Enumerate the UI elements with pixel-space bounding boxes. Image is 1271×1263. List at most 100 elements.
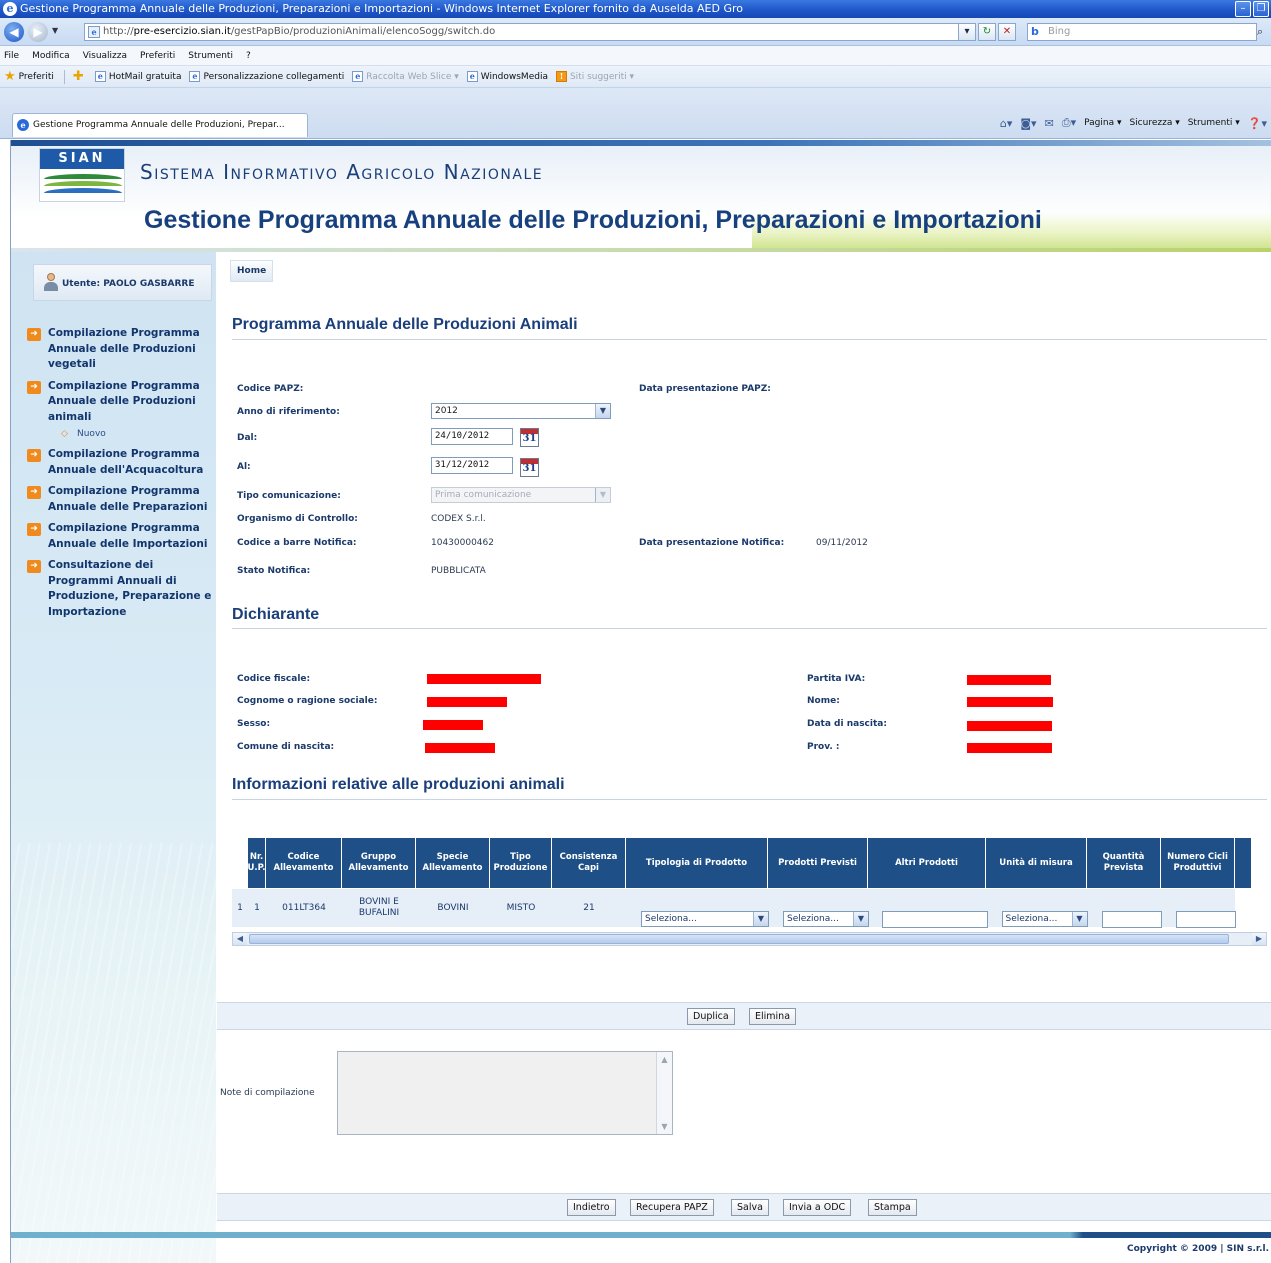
restore-button[interactable]: ❐ xyxy=(1253,1,1269,17)
recupera-papz-button[interactable]: Recupera PAPZ xyxy=(630,1199,714,1216)
address-input[interactable]: e http://pre-esercizio.sian.it/gestPapBi… xyxy=(84,23,972,41)
sidebar-item-consultazione[interactable]: ➜ Consultazione dei Programmi Annuali di… xyxy=(27,558,213,620)
quantita-prevista-input[interactable] xyxy=(1102,910,1162,928)
invia-odc-button[interactable]: Invia a ODC xyxy=(783,1199,852,1216)
print-icon[interactable]: ⎙▾ xyxy=(1062,116,1076,130)
codice-fiscale-label: Codice fiscale: xyxy=(237,674,311,684)
feeds-icon[interactable]: ◙▾ xyxy=(1020,117,1036,130)
help-icon[interactable]: ❓▾ xyxy=(1248,117,1267,130)
internet-explorer-icon: e xyxy=(3,2,17,16)
menu-modifica[interactable]: Modifica xyxy=(32,46,70,65)
header-banner: SIAN Sistema Informativo Agricolo Nazion… xyxy=(11,140,1271,252)
menu-help[interactable]: ? xyxy=(246,46,251,65)
back-button[interactable]: ◀ xyxy=(4,22,24,42)
page-icon: e xyxy=(94,71,106,82)
cell-tipo-produzione: MISTO xyxy=(506,902,536,913)
favorite-link-personalizzazione[interactable]: e Personalizzazione collegamenti xyxy=(189,71,344,82)
history-dropdown-icon[interactable]: ▼ xyxy=(52,26,58,35)
scroll-thumb[interactable] xyxy=(249,934,1229,944)
favorite-link-web-slice[interactable]: e Raccolta Web Slice ▾ xyxy=(352,71,459,82)
vertical-scrollbar[interactable]: ▲ ▼ xyxy=(656,1052,672,1134)
star-icon: ★ xyxy=(4,69,16,84)
arrow-right-icon: ➜ xyxy=(27,486,41,499)
altri-prodotti-input[interactable] xyxy=(882,910,988,928)
calendar-icon[interactable]: 31 xyxy=(520,428,539,447)
tab-bar: e Gestione Programma Annuale delle Produ… xyxy=(0,88,1271,139)
search-icon[interactable]: ⌕ xyxy=(1257,23,1271,41)
grid-header-cell: Codice Allevamento xyxy=(266,838,342,888)
redacted-value xyxy=(967,675,1051,685)
search-input[interactable]: b Bing xyxy=(1027,23,1257,41)
organismo-label: Organismo di Controllo: xyxy=(237,514,358,524)
grid-header-cell: Gruppo Allevamento xyxy=(342,838,416,888)
tipologia-prodotto-select[interactable]: Seleziona... ▼ xyxy=(641,911,769,927)
chevron-down-icon: ▼ xyxy=(1071,912,1087,926)
arrow-right-icon: ➜ xyxy=(27,380,41,394)
breadcrumb-home[interactable]: Home xyxy=(230,260,274,282)
indietro-button[interactable]: Indietro xyxy=(567,1199,616,1216)
scroll-right-icon[interactable]: ▶ xyxy=(1252,933,1266,945)
sidebar-subitem-nuovo[interactable]: ◇ Nuovo xyxy=(27,427,213,441)
scroll-up-icon[interactable]: ▲ xyxy=(657,1052,672,1067)
partita-iva-label: Partita IVA: xyxy=(807,674,866,684)
page-icon: e xyxy=(88,26,100,38)
calendar-icon[interactable]: 31 xyxy=(520,458,539,477)
prodotti-previsti-select[interactable]: Seleziona... ▼ xyxy=(783,911,869,927)
numero-cicli-input[interactable] xyxy=(1176,910,1236,928)
al-date-input[interactable]: 31/12/2012 xyxy=(431,457,513,474)
grid-header-cell: Tipo Produzione xyxy=(490,838,552,888)
forward-button[interactable]: ▶ xyxy=(28,22,48,42)
menu-strumenti[interactable]: Strumenti xyxy=(188,46,233,65)
menu-pagina[interactable]: Pagina ▾ xyxy=(1084,118,1121,128)
favorites-button[interactable]: ★ Preferiti xyxy=(4,69,54,84)
mail-icon[interactable]: ✉ xyxy=(1045,117,1054,130)
redacted-value xyxy=(427,674,541,684)
elimina-button[interactable]: Elimina xyxy=(749,1008,797,1025)
sidebar-item-acquacoltura[interactable]: ➜ Compilazione Programma Annuale dell'Ac… xyxy=(27,447,213,478)
internet-explorer-icon: e xyxy=(17,119,29,131)
favorite-link-hotmail[interactable]: e HotMail gratuita xyxy=(94,71,181,82)
scroll-left-icon[interactable]: ◀ xyxy=(233,933,247,945)
stop-icon[interactable]: ✕ xyxy=(998,23,1016,41)
minimize-button[interactable]: – xyxy=(1235,1,1251,17)
al-label: Al: xyxy=(237,462,251,472)
menu-visualizza[interactable]: Visualizza xyxy=(83,46,127,65)
sidebar-item-produzioni-animali[interactable]: ➜ Compilazione Programma Annuale delle P… xyxy=(27,379,213,426)
note-textarea[interactable]: ▲ ▼ xyxy=(337,1051,673,1135)
add-favorite-icon[interactable]: ✚ xyxy=(73,69,87,84)
sidebar-item-importazioni[interactable]: ➜ Compilazione Programma Annuale delle I… xyxy=(27,521,213,552)
favorite-link-siti-suggeriti[interactable]: ! Siti suggeriti ▾ xyxy=(555,71,634,82)
grid-header-cell: Quantità Prevista xyxy=(1087,838,1161,888)
salva-button[interactable]: Salva xyxy=(731,1199,769,1216)
web-page: SIAN Sistema Informativo Agricolo Nazion… xyxy=(10,140,1271,1263)
divider xyxy=(232,339,1267,340)
dal-date-input[interactable]: 24/10/2012 xyxy=(431,428,513,445)
menu-preferiti[interactable]: Preferiti xyxy=(140,46,175,65)
favorite-link-windowsmedia[interactable]: e WindowsMedia xyxy=(466,71,548,82)
grid-header-cell xyxy=(232,838,248,888)
unita-misura-select[interactable]: Seleziona... ▼ xyxy=(1001,911,1088,927)
home-icon[interactable]: ⌂▾ xyxy=(1000,117,1013,130)
window-titlebar: e Gestione Programma Annuale delle Produ… xyxy=(0,0,1271,18)
data-nascita-label: Data di nascita: xyxy=(807,719,887,729)
horizontal-scrollbar[interactable]: ◀ ▶ xyxy=(232,932,1267,946)
menu-sicurezza[interactable]: Sicurezza ▾ xyxy=(1129,118,1179,128)
menu-file[interactable]: File xyxy=(4,46,19,65)
sidebar-item-produzioni-vegetali[interactable]: ➜ Compilazione Programma Annuale delle P… xyxy=(27,326,213,373)
stampa-button[interactable]: Stampa xyxy=(868,1199,917,1216)
sidebar-item-preparazioni[interactable]: ➜ Compilazione Programma Annuale delle P… xyxy=(27,484,213,515)
grid-header-cell: Tipologia di Prodotto xyxy=(626,838,768,888)
duplica-button[interactable]: Duplica xyxy=(687,1008,735,1025)
data-presentazione-papz-label: Data presentazione PAPZ: xyxy=(639,384,771,394)
grid-header-cell: Altri Prodotti xyxy=(868,838,986,888)
address-dropdown-icon[interactable]: ▾ xyxy=(958,23,976,41)
sian-logo[interactable]: SIAN xyxy=(39,148,125,202)
browser-tab[interactable]: e Gestione Programma Annuale delle Produ… xyxy=(12,113,308,137)
tipo-comunicazione-select: Prima comunicazione ▼ xyxy=(431,487,611,503)
refresh-icon[interactable]: ↻ xyxy=(978,23,996,41)
scroll-down-icon[interactable]: ▼ xyxy=(657,1119,672,1134)
favorites-bar: ★ Preferiti ✚ e HotMail gratuita e Perso… xyxy=(0,66,1271,88)
menu-strumenti-cmd[interactable]: Strumenti ▾ xyxy=(1188,118,1240,128)
redacted-value xyxy=(967,743,1052,753)
anno-select[interactable]: 2012 ▼ xyxy=(431,403,611,419)
